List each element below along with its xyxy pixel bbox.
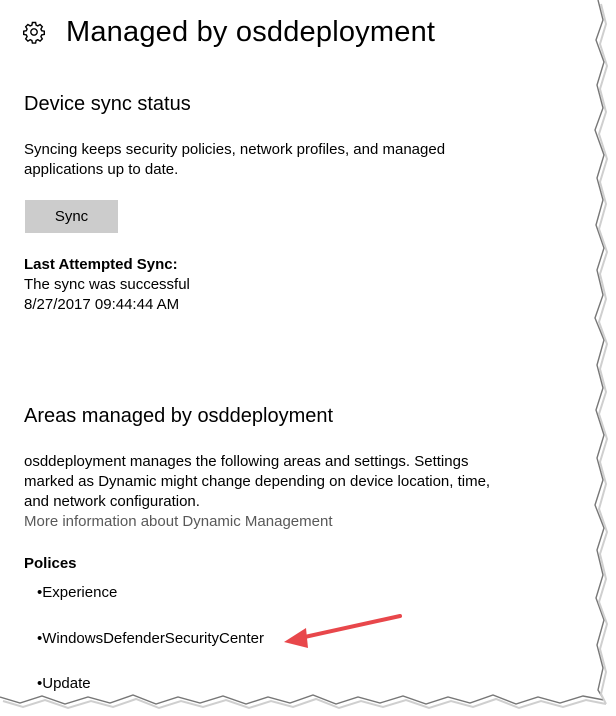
settings-panel: Managed by osddeployment Device sync sta… (0, 0, 598, 700)
sync-button[interactable]: Sync (25, 200, 118, 233)
areas-description: osddeployment manages the following area… (24, 453, 491, 510)
dynamic-management-link[interactable]: More information about Dynamic Managemen… (24, 513, 332, 530)
sync-timestamp: 8/27/2017 09:44:44 AM (24, 296, 180, 313)
screenshot-page: Managed by osddeployment Device sync sta… (0, 0, 616, 716)
sync-description: Syncing keeps security policies, network… (24, 141, 446, 178)
page-title: Managed by osddeployment (66, 16, 436, 48)
annotation-arrow (284, 614, 402, 648)
device-sync-heading: Device sync status (24, 93, 191, 115)
page-header: Managed by osddeployment (22, 12, 435, 52)
last-attempted-sync-label: Last Attempted Sync: (24, 256, 178, 273)
areas-managed-heading: Areas managed by osddeployment (24, 405, 334, 427)
policy-item-experience: •Experience (37, 584, 118, 601)
policy-item-update: •Update (37, 675, 91, 692)
policy-item-windows-defender: •WindowsDefenderSecurityCenter (37, 630, 265, 647)
policies-heading: Polices (24, 555, 77, 572)
sync-status-text: The sync was successful (24, 276, 190, 293)
gear-icon (23, 21, 45, 44)
